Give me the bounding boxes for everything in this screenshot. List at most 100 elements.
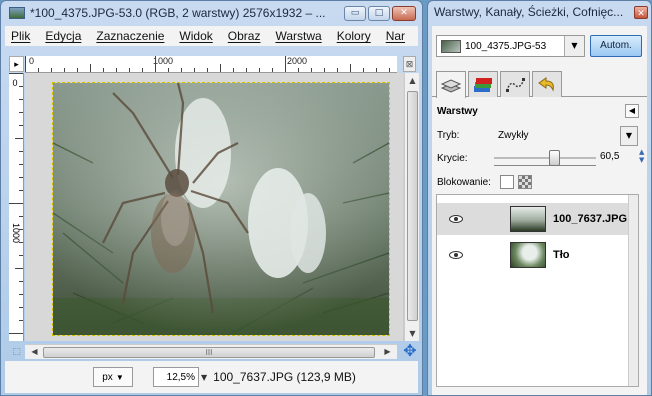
ruler-tick <box>90 64 91 72</box>
minimize-button[interactable]: ▭ <box>344 5 366 21</box>
close-button[interactable]: ✕ <box>392 5 416 21</box>
horizontal-scrollbar[interactable]: ◀ III ▶ <box>25 344 397 359</box>
opacity-slider-handle[interactable] <box>549 150 560 166</box>
ruler-tick <box>19 255 23 256</box>
navigate-icon[interactable]: ✥ <box>401 342 419 360</box>
tab-undo-history[interactable] <box>532 71 562 97</box>
ruler-tick <box>15 138 23 139</box>
layer-list: 100_7637.JPG Tło <box>436 194 639 387</box>
ruler-tick <box>207 68 208 72</box>
ruler-tick <box>19 151 23 152</box>
canvas-area[interactable] <box>25 73 403 341</box>
ruler-tick <box>181 68 182 72</box>
layer-name[interactable]: 100_7637.JPG <box>553 213 627 225</box>
layer-row[interactable]: Tło <box>437 239 638 271</box>
ruler-tick <box>272 68 273 72</box>
ruler-tick <box>142 68 143 72</box>
ruler-tick <box>19 177 23 178</box>
ruler-tick <box>19 125 23 126</box>
opacity-spinner-icon[interactable]: ▲ ▼ <box>639 148 644 164</box>
menu-layer[interactable]: Warstwa <box>275 29 321 43</box>
horizontal-ruler[interactable]: 0 1000 2000 <box>25 56 397 73</box>
chevron-down-icon[interactable]: ▼ <box>620 126 638 146</box>
image-thumbnail-icon <box>441 39 461 53</box>
menu-file[interactable]: Plik <box>11 29 30 43</box>
statusbar: px ▼ 12,5% ▼ 100_7637.JPG (123,9 MB) <box>5 361 418 393</box>
opacity-value[interactable]: 60,5 <box>600 151 619 162</box>
ruler-tick <box>64 68 65 72</box>
panel-menu-icon[interactable]: ◀ <box>625 104 639 118</box>
zoom-dropdown-icon[interactable]: ▼ <box>201 373 207 382</box>
layer-thumbnail <box>510 206 546 232</box>
ruler-tick <box>9 73 23 74</box>
vertical-scroll-thumb[interactable] <box>407 91 418 321</box>
menu-view[interactable]: Widok <box>179 29 212 43</box>
image-window: *100_4375.JPG-53.0 (RGB, 2 warstwy) 2576… <box>0 0 423 396</box>
opacity-track <box>494 157 596 159</box>
ruler-tick <box>19 229 23 230</box>
quick-mask-icon[interactable]: ⬚ <box>9 344 24 359</box>
mode-value: Zwykły <box>498 130 529 141</box>
mode-select[interactable]: Zwykły ▼ <box>494 126 638 146</box>
ruler-label: 0 <box>29 56 35 66</box>
maximize-button[interactable]: □ <box>368 5 390 21</box>
image-canvas[interactable] <box>52 82 390 336</box>
ruler-tick <box>350 64 351 72</box>
scroll-left-icon[interactable]: ◀ <box>27 347 42 356</box>
ruler-tick <box>19 294 23 295</box>
zoom-corner-icon[interactable]: ⊠ <box>403 56 416 72</box>
horizontal-scroll-thumb[interactable]: III <box>43 347 375 358</box>
status-layer-info: 100_7637.JPG (123,9 MB) <box>213 370 356 384</box>
ruler-tick <box>298 68 299 72</box>
lock-pixels-checkbox[interactable] <box>500 175 514 189</box>
ruler-tick <box>103 68 104 72</box>
dock-close-button[interactable]: ✕ <box>634 6 648 19</box>
chevron-down-icon[interactable]: ▼ <box>564 36 584 56</box>
scroll-down-icon[interactable]: ▼ <box>405 329 420 338</box>
tab-channels[interactable] <box>468 71 498 97</box>
lock-alpha-checkbox[interactable] <box>518 175 532 189</box>
ruler-label: 1000 <box>11 223 21 244</box>
eye-icon[interactable] <box>449 251 463 259</box>
ruler-tick <box>19 190 23 191</box>
menu-colors[interactable]: Kolory <box>337 29 371 43</box>
auto-button[interactable]: Autom. <box>590 35 642 57</box>
menu-edit[interactable]: Edycja <box>45 29 81 43</box>
image-selector[interactable]: 100_4375.JPG-53 ▼ <box>436 35 585 57</box>
dock-content: 100_4375.JPG-53 ▼ Autom. Warstwy ◀ Tryb:… <box>432 26 647 395</box>
menu-tools[interactable]: Nar <box>386 29 405 43</box>
ruler-tick <box>19 216 23 217</box>
layer-name[interactable]: Tło <box>553 249 570 261</box>
ruler-tick <box>19 99 23 100</box>
menu-select[interactable]: Zaznaczenie <box>96 29 164 43</box>
unit-select[interactable]: px ▼ <box>93 367 133 387</box>
ruler-tick <box>19 164 23 165</box>
tab-paths[interactable] <box>500 71 530 97</box>
ruler-tick <box>51 68 52 72</box>
ruler-tick <box>77 68 78 72</box>
channels-icon <box>474 77 492 92</box>
layers-icon <box>440 79 462 93</box>
zoom-input[interactable]: 12,5% <box>153 367 199 387</box>
image-thumbnail-icon <box>9 7 25 19</box>
ruler-tick <box>285 56 286 72</box>
layer-list-scrollbar[interactable] <box>628 195 638 386</box>
opacity-label: Krycie: <box>437 153 468 164</box>
opacity-slider[interactable] <box>494 150 596 166</box>
menu-arrow-button[interactable]: ▸ <box>9 56 24 72</box>
layer-thumbnail <box>510 242 546 268</box>
vertical-ruler[interactable]: 0 1000 <box>9 73 24 341</box>
scroll-up-icon[interactable]: ▲ <box>405 76 420 85</box>
eye-icon[interactable] <box>449 215 463 223</box>
ruler-tick <box>9 203 23 204</box>
scroll-right-icon[interactable]: ▶ <box>380 347 395 356</box>
tab-layers[interactable] <box>436 71 466 98</box>
ruler-tick <box>155 56 156 72</box>
menu-image[interactable]: Obraz <box>228 29 261 43</box>
layers-dock: Warstwy, Kanały, Ścieżki, Cofnięc... ✕ 1… <box>427 0 652 396</box>
layer-row[interactable]: 100_7637.JPG <box>437 203 638 235</box>
unit-value: px <box>102 371 113 383</box>
image-window-titlebar[interactable]: *100_4375.JPG-53.0 (RGB, 2 warstwy) 2576… <box>1 1 422 25</box>
ruler-tick <box>116 68 117 72</box>
vertical-scrollbar[interactable]: ▲ ▼ <box>404 73 419 341</box>
